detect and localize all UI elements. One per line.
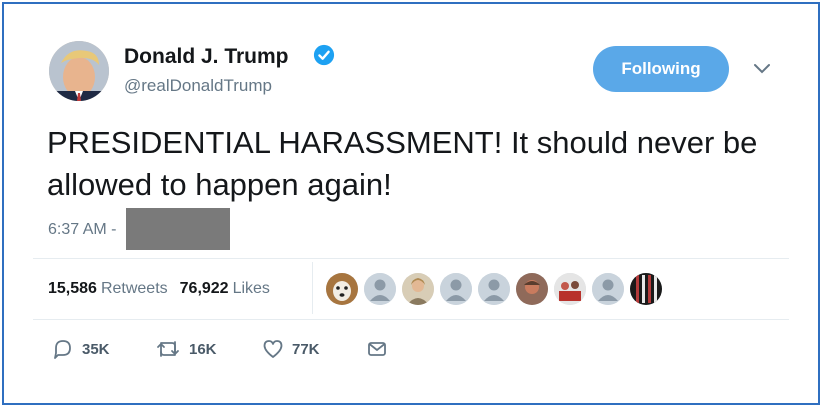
retweet-icon xyxy=(157,341,179,357)
liker-avatar-person[interactable] xyxy=(402,273,434,305)
direct-message-button[interactable] xyxy=(366,338,388,360)
author-handle[interactable]: @realDonaldTrump xyxy=(124,76,272,96)
like-count: 77K xyxy=(292,340,320,358)
retweets-count: 15,586 xyxy=(48,280,97,297)
tweet-timestamp[interactable]: 6:37 AM - xyxy=(48,221,116,239)
liker-avatar-default[interactable] xyxy=(440,273,472,305)
liker-avatar-default[interactable] xyxy=(592,273,624,305)
reply-icon xyxy=(54,340,71,359)
author-name[interactable]: Donald J. Trump xyxy=(124,45,289,69)
tweet-actions: 35K 16K 77K xyxy=(52,338,388,360)
reply-count: 35K xyxy=(82,340,110,358)
following-button[interactable]: Following xyxy=(593,46,729,92)
likes-count: 76,922 xyxy=(179,280,229,297)
retweet-count: 16K xyxy=(189,340,217,358)
liker-avatar-person[interactable] xyxy=(516,273,548,305)
retweets-stat[interactable]: 15,586 Retweets xyxy=(48,280,168,298)
divider xyxy=(33,319,789,320)
like-button[interactable]: 77K xyxy=(262,338,366,360)
liker-avatar-flag[interactable] xyxy=(630,273,662,305)
liker-avatar-default[interactable] xyxy=(478,273,510,305)
redaction-box xyxy=(126,208,230,250)
envelope-icon xyxy=(368,342,386,356)
liker-avatar-default[interactable] xyxy=(364,273,396,305)
retweet-button[interactable]: 16K xyxy=(155,338,262,360)
divider xyxy=(33,258,789,259)
stats-separator xyxy=(312,262,313,314)
likes-stat[interactable]: 76,922 Likes xyxy=(180,280,270,298)
chevron-down-icon[interactable] xyxy=(752,62,772,76)
liker-avatars xyxy=(326,273,662,305)
reply-button[interactable]: 35K xyxy=(52,338,155,360)
verified-badge-icon xyxy=(313,44,335,66)
tweet-text: PRESIDENTIAL HARASSMENT! It should never… xyxy=(47,125,758,202)
liker-avatar-dog[interactable] xyxy=(326,273,358,305)
author-avatar[interactable] xyxy=(49,41,109,101)
retweets-label: Retweets xyxy=(100,280,168,297)
engagement-stats: 15,586 Retweets 76,922 Likes xyxy=(48,280,270,298)
likes-label: Likes xyxy=(232,280,270,297)
liker-avatar-group[interactable] xyxy=(554,273,586,305)
heart-icon xyxy=(263,340,283,358)
